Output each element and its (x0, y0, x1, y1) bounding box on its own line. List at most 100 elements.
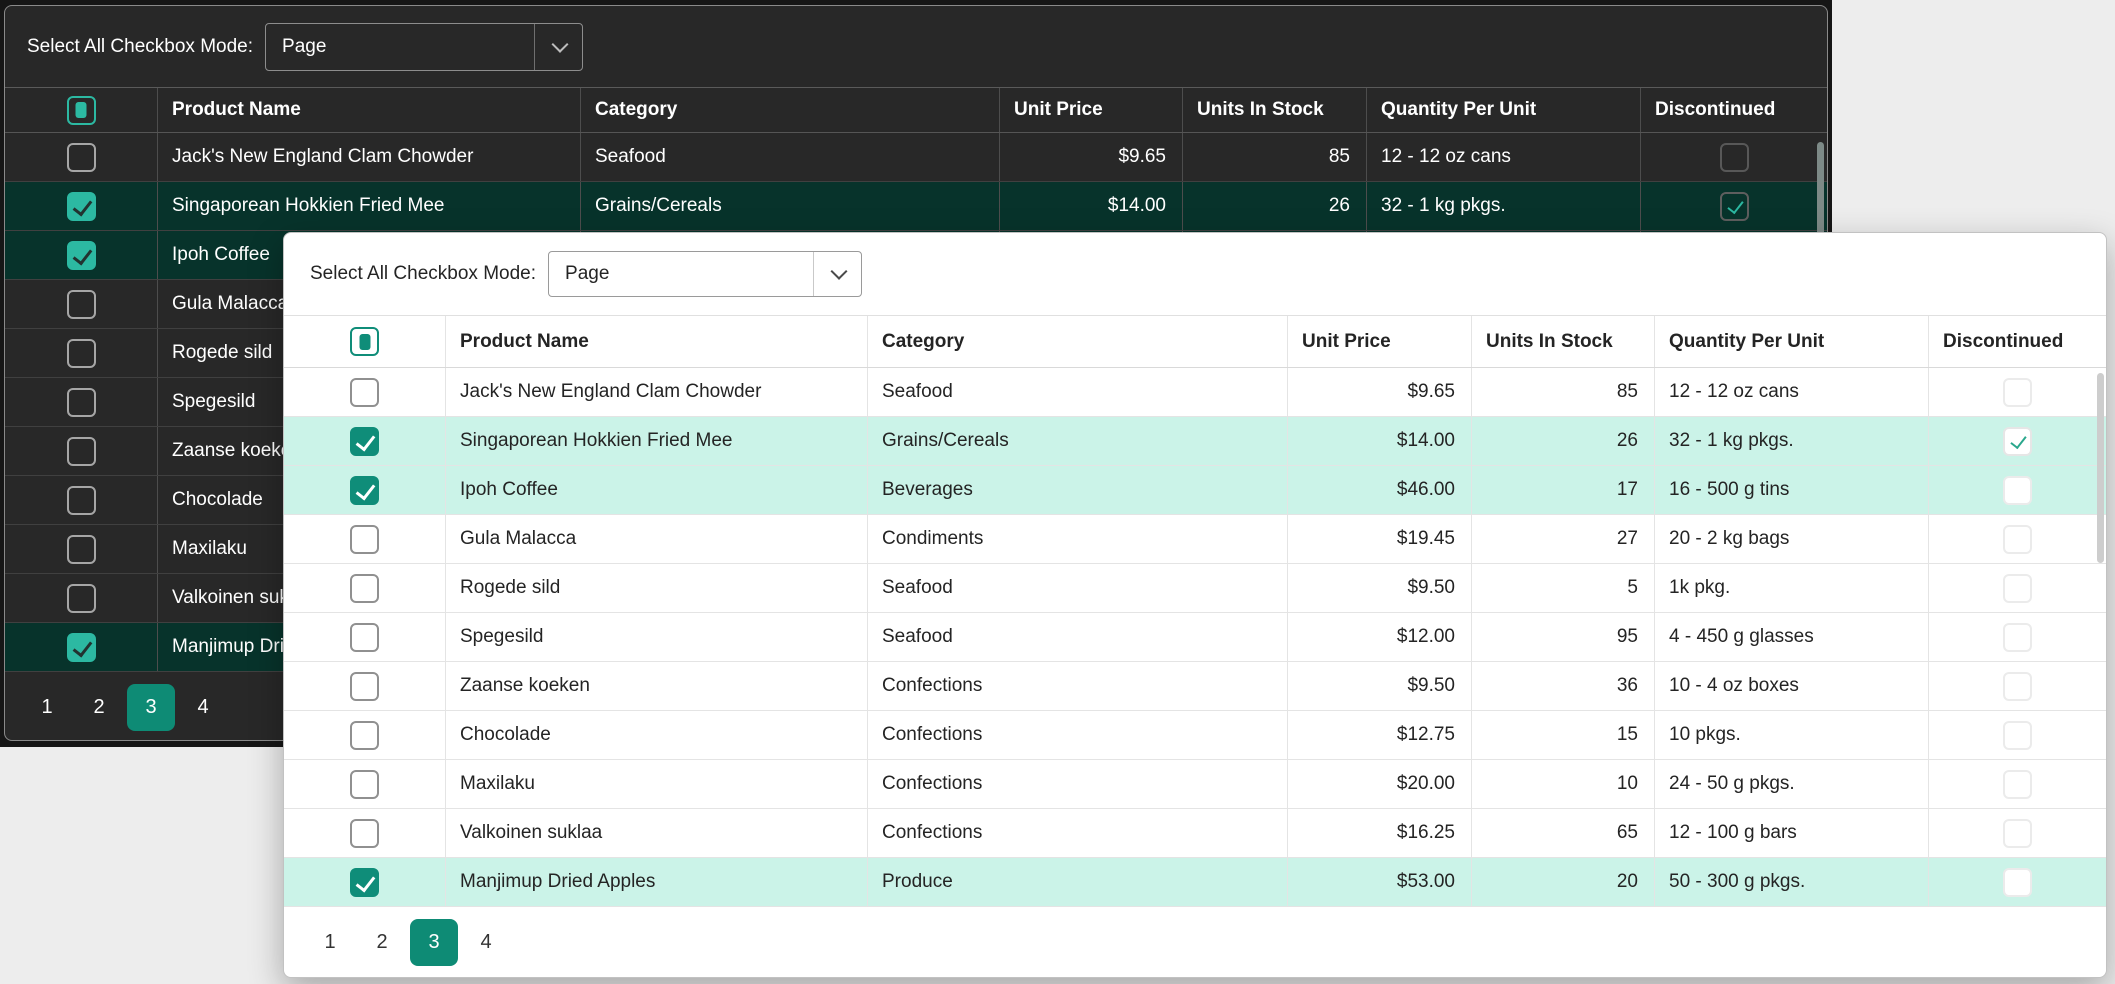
row-select-checkbox[interactable] (350, 720, 379, 750)
column-header-product-name[interactable]: Product Name (158, 88, 581, 132)
discontinued-cell (1929, 564, 2106, 612)
page-button-4[interactable]: 4 (462, 919, 510, 966)
product-name-cell: Zaanse koeken (446, 662, 868, 710)
discontinued-checkbox[interactable] (2003, 671, 2032, 701)
row-select-checkbox[interactable] (66, 240, 96, 270)
chevron-down-icon (830, 262, 848, 280)
row-select-checkbox[interactable] (350, 377, 379, 407)
row-select-checkbox[interactable] (66, 583, 96, 613)
column-header-category[interactable]: Category (868, 316, 1288, 367)
column-header-discontinued[interactable]: Discontinued (1929, 316, 2106, 367)
row-select-checkbox[interactable] (66, 534, 96, 564)
column-header-category[interactable]: Category (581, 88, 1000, 132)
table-row[interactable]: Ipoh Coffee Beverages $46.00 17 16 - 500… (284, 466, 2106, 515)
table-row[interactable]: Chocolade Confections $12.75 15 10 pkgs. (284, 711, 2106, 760)
column-header-discontinued[interactable]: Discontinued (1641, 88, 1827, 132)
row-select-cell (284, 662, 446, 710)
row-select-cell (5, 623, 158, 671)
units-in-stock-cell: 85 (1472, 368, 1655, 416)
discontinued-cell (1929, 368, 2106, 416)
row-select-checkbox[interactable] (350, 867, 379, 897)
row-select-checkbox[interactable] (66, 142, 96, 172)
category-cell: Grains/Cereals (581, 182, 1000, 230)
page-button-3[interactable]: 3 (410, 918, 458, 966)
row-select-checkbox[interactable] (66, 338, 96, 368)
vertical-scrollbar[interactable] (2097, 371, 2104, 905)
discontinued-checkbox[interactable] (2003, 867, 2032, 897)
discontinued-checkbox[interactable] (2003, 475, 2032, 505)
table-row[interactable]: Rogede sild Seafood $9.50 5 1k pkg. (284, 564, 2106, 613)
table-row[interactable]: Singaporean Hokkien Fried Mee Grains/Cer… (5, 182, 1827, 231)
row-select-cell (284, 760, 446, 808)
row-select-checkbox[interactable] (350, 671, 379, 701)
discontinued-checkbox[interactable] (2003, 426, 2032, 456)
page-button-3[interactable]: 3 (127, 683, 175, 731)
table-row[interactable]: Jack's New England Clam Chowder Seafood … (5, 133, 1827, 182)
grid-panel-light: Select All Checkbox Mode: Page Product N… (284, 233, 2106, 977)
column-header-unit-price[interactable]: Unit Price (1288, 316, 1472, 367)
row-select-checkbox[interactable] (66, 436, 96, 466)
discontinued-checkbox[interactable] (1719, 142, 1749, 172)
row-select-checkbox[interactable] (350, 769, 379, 799)
row-select-cell (5, 378, 158, 426)
table-row[interactable]: Gula Malacca Condiments $19.45 27 20 - 2… (284, 515, 2106, 564)
discontinued-checkbox[interactable] (2003, 720, 2032, 750)
table-row[interactable]: Singaporean Hokkien Fried Mee Grains/Cer… (284, 417, 2106, 466)
unit-price-cell: $9.50 (1288, 564, 1472, 612)
row-select-checkbox[interactable] (66, 191, 96, 221)
product-name-cell: Maxilaku (446, 760, 868, 808)
row-select-checkbox[interactable] (350, 818, 379, 848)
page-button-4[interactable]: 4 (179, 684, 227, 731)
row-select-checkbox[interactable] (350, 475, 379, 505)
category-cell: Seafood (868, 613, 1288, 661)
page-button-1[interactable]: 1 (306, 919, 354, 966)
discontinued-checkbox[interactable] (2003, 818, 2032, 848)
page-button-1[interactable]: 1 (23, 684, 71, 731)
discontinued-checkbox[interactable] (2003, 622, 2032, 652)
unit-price-cell: $16.25 (1288, 809, 1472, 857)
discontinued-cell (1929, 613, 2106, 661)
table-row[interactable]: Zaanse koeken Confections $9.50 36 10 - … (284, 662, 2106, 711)
page-button-2[interactable]: 2 (358, 919, 406, 966)
column-header-quantity-per-unit[interactable]: Quantity Per Unit (1367, 88, 1641, 132)
table-row[interactable]: Jack's New England Clam Chowder Seafood … (284, 368, 2106, 417)
table-row[interactable]: Spegesild Seafood $12.00 95 4 - 450 g gl… (284, 613, 2106, 662)
table-row[interactable]: Valkoinen suklaa Confections $16.25 65 1… (284, 809, 2106, 858)
discontinued-checkbox[interactable] (2003, 377, 2032, 407)
select-all-mode-dropdown[interactable]: Page (548, 251, 863, 297)
quantity-per-unit-cell: 16 - 500 g tins (1655, 466, 1929, 514)
discontinued-checkbox[interactable] (2003, 524, 2032, 554)
select-all-header-cell (5, 88, 158, 132)
discontinued-checkbox[interactable] (2003, 769, 2032, 799)
row-select-checkbox[interactable] (350, 524, 379, 554)
row-select-checkbox[interactable] (350, 426, 379, 456)
row-select-checkbox[interactable] (66, 632, 96, 662)
column-header-product-name[interactable]: Product Name (446, 316, 868, 367)
select-all-checkbox[interactable] (350, 327, 379, 356)
discontinued-checkbox[interactable] (2003, 573, 2032, 603)
discontinued-cell (1929, 515, 2106, 563)
scrollbar-thumb[interactable] (2097, 373, 2104, 563)
unit-price-cell: $14.00 (1000, 182, 1183, 230)
row-select-checkbox[interactable] (66, 387, 96, 417)
row-select-cell (284, 711, 446, 759)
row-select-checkbox[interactable] (66, 485, 96, 515)
table-row[interactable]: Maxilaku Confections $20.00 10 24 - 50 g… (284, 760, 2106, 809)
column-header-units-in-stock[interactable]: Units In Stock (1183, 88, 1367, 132)
quantity-per-unit-cell: 4 - 450 g glasses (1655, 613, 1929, 661)
row-select-checkbox[interactable] (350, 622, 379, 652)
page-button-2[interactable]: 2 (75, 684, 123, 731)
select-all-mode-dropdown[interactable]: Page (265, 22, 584, 71)
column-header-quantity-per-unit[interactable]: Quantity Per Unit (1655, 316, 1929, 367)
category-cell: Condiments (868, 515, 1288, 563)
quantity-per-unit-cell: 12 - 12 oz cans (1367, 133, 1641, 181)
row-select-cell (284, 368, 446, 416)
select-all-checkbox[interactable] (66, 95, 96, 125)
discontinued-checkbox[interactable] (1719, 191, 1749, 221)
row-select-checkbox[interactable] (350, 573, 379, 603)
table-row[interactable]: Manjimup Dried Apples Produce $53.00 20 … (284, 858, 2106, 907)
column-header-units-in-stock[interactable]: Units In Stock (1472, 316, 1655, 367)
column-header-unit-price[interactable]: Unit Price (1000, 88, 1183, 132)
row-select-checkbox[interactable] (66, 289, 96, 319)
product-name-cell: Valkoinen suklaa (446, 809, 868, 857)
